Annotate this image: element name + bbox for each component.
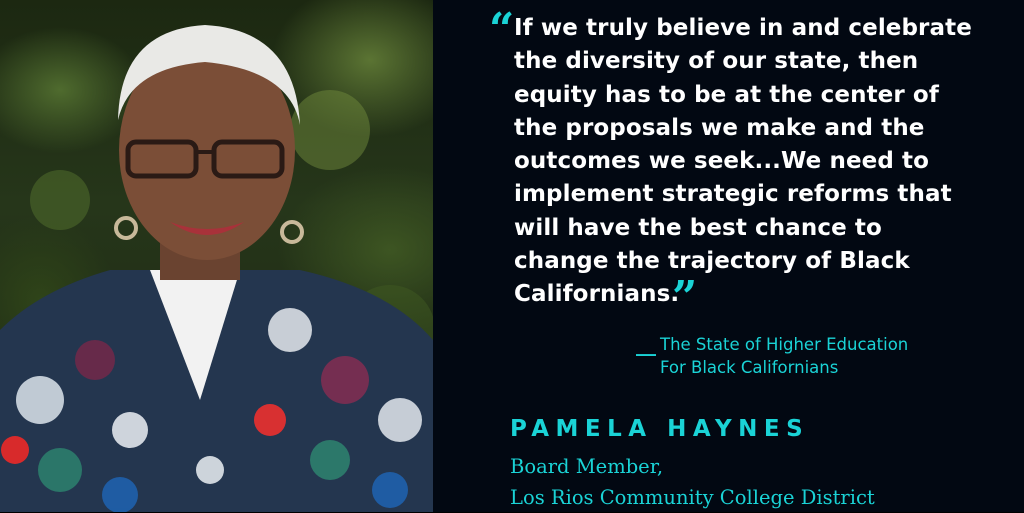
quote-line: Californians.	[514, 281, 680, 308]
quote-line: implement strategic reforms that	[514, 181, 952, 208]
quote-text: If we truly believe in and celebrate the…	[514, 12, 984, 312]
quote-source: The State of Higher Education For Black …	[660, 333, 908, 379]
source-dash: __	[636, 332, 656, 356]
quote-line: If we truly believe in and celebrate	[514, 15, 972, 41]
title-line: Los Rios Community College District	[510, 486, 875, 509]
person-name: PAMELA HAYNES	[510, 416, 810, 442]
portrait-illustration	[0, 25, 433, 512]
portrait-photo	[0, 0, 433, 512]
quote-line: equity has to be at the center of	[514, 81, 939, 108]
open-quote-icon: “	[489, 4, 515, 55]
source-line: The State of Higher Education	[660, 335, 909, 354]
close-quote-icon: ”	[672, 272, 698, 323]
quote-line: the diversity of our state, then	[514, 48, 919, 75]
quote-line: outcomes we seek...We need to	[514, 148, 930, 175]
source-line: For Black Californians	[660, 358, 839, 377]
person-title: Board Member, Los Rios Community College…	[510, 451, 875, 513]
title-line: Board Member,	[510, 455, 664, 478]
quote-line: will have the best chance to	[514, 214, 882, 241]
quote-line: change the trajectory of Black	[514, 248, 910, 275]
quote-line: the proposals we make and the	[514, 114, 925, 141]
